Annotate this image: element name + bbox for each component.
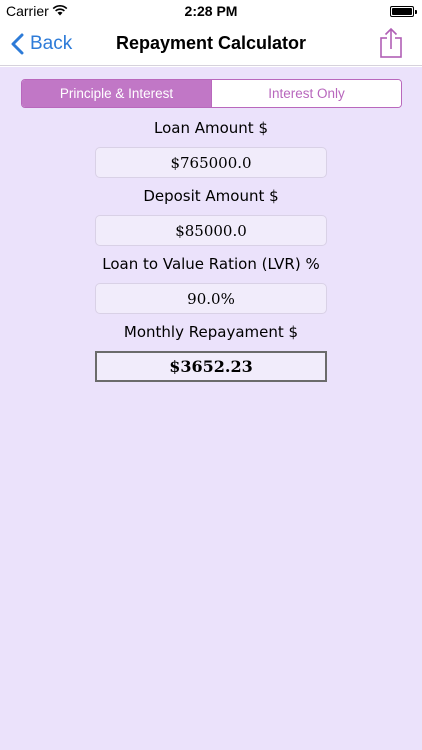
navigation-bar: Back Repayment Calculator [0, 22, 422, 66]
segment-principle-interest[interactable]: Principle & Interest [22, 80, 211, 107]
status-bar: Carrier 2:28 PM [0, 0, 422, 22]
deposit-amount-field[interactable]: $85000.0 [95, 215, 327, 246]
loan-amount-field[interactable]: $765000.0 [95, 147, 327, 178]
repayment-type-segmented-control: Principle & Interest Interest Only [21, 79, 402, 108]
monthly-repayment-result: $3652.23 [95, 351, 327, 382]
lvr-field[interactable]: 90.0% [95, 283, 327, 314]
monthly-repayment-label: Monthly Repayament $ [123, 323, 299, 341]
page-title: Repayment Calculator [115, 33, 307, 53]
segment-interest-only[interactable]: Interest Only [211, 80, 401, 107]
loan-amount-label: Loan Amount $ [154, 119, 268, 137]
lvr-label: Loan to Value Ration (LVR) % [102, 255, 320, 273]
battery-icon [390, 6, 417, 17]
status-time: 2:28 PM [184, 3, 238, 19]
calculator-content: Principle & Interest Interest Only Loan … [0, 67, 422, 750]
share-icon[interactable] [379, 27, 403, 59]
deposit-amount-label: Deposit Amount $ [143, 187, 279, 205]
